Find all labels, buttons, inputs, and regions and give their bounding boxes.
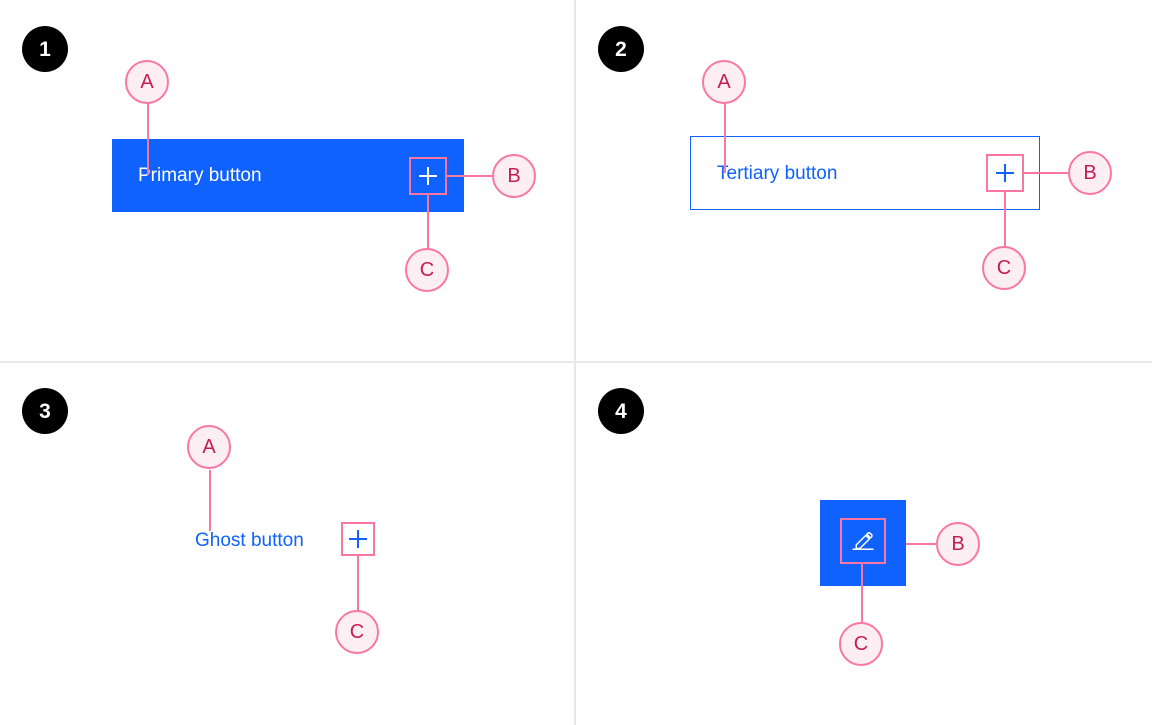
leader-line-b-4: [906, 543, 936, 545]
annotation-b-1: B: [492, 154, 536, 198]
leader-line-a-3: [209, 470, 211, 531]
leader-line-b-2: [1024, 172, 1068, 174]
ghost-button[interactable]: Ghost button: [195, 522, 304, 558]
annotation-c-2: C: [982, 246, 1026, 290]
ghost-button-label: Ghost button: [195, 529, 304, 551]
primary-button-label: Primary button: [138, 165, 262, 186]
leader-line-c-4: [861, 564, 863, 623]
icon-spec-box-3: [341, 522, 375, 556]
annotation-c-4: C: [839, 622, 883, 666]
step-badge-4: 4: [598, 388, 644, 434]
annotation-a-1: A: [125, 60, 169, 104]
leader-line-c-3: [357, 556, 359, 611]
plus-icon: [419, 167, 437, 185]
leader-line-a-1: [147, 99, 149, 175]
leader-line-b-1: [447, 175, 492, 177]
annotation-b-4: B: [936, 522, 980, 566]
leader-line-c-2: [1004, 192, 1006, 247]
horizontal-divider: [0, 361, 1152, 363]
annotation-b-2: B: [1068, 151, 1112, 195]
tertiary-button-label: Tertiary button: [717, 162, 838, 184]
icon-spec-box-1: [409, 157, 447, 195]
annotation-c-1: C: [405, 248, 449, 292]
annotation-a-2: A: [702, 60, 746, 104]
step-badge-1: 1: [22, 26, 68, 72]
step-badge-3: 3: [22, 388, 68, 434]
plus-icon: [996, 164, 1014, 182]
step-badge-2: 2: [598, 26, 644, 72]
icon-spec-box-2: [986, 154, 1024, 192]
leader-line-a-2: [724, 99, 726, 173]
button-anatomy-diagram: 1 Primary button A B C 2 Tertiary button…: [0, 0, 1152, 725]
icon-spec-box-4: [840, 518, 886, 564]
annotation-c-3: C: [335, 610, 379, 654]
annotation-a-3: A: [187, 425, 231, 469]
leader-line-c-1: [427, 195, 429, 249]
plus-icon: [349, 530, 367, 548]
pencil-icon: [852, 532, 874, 550]
